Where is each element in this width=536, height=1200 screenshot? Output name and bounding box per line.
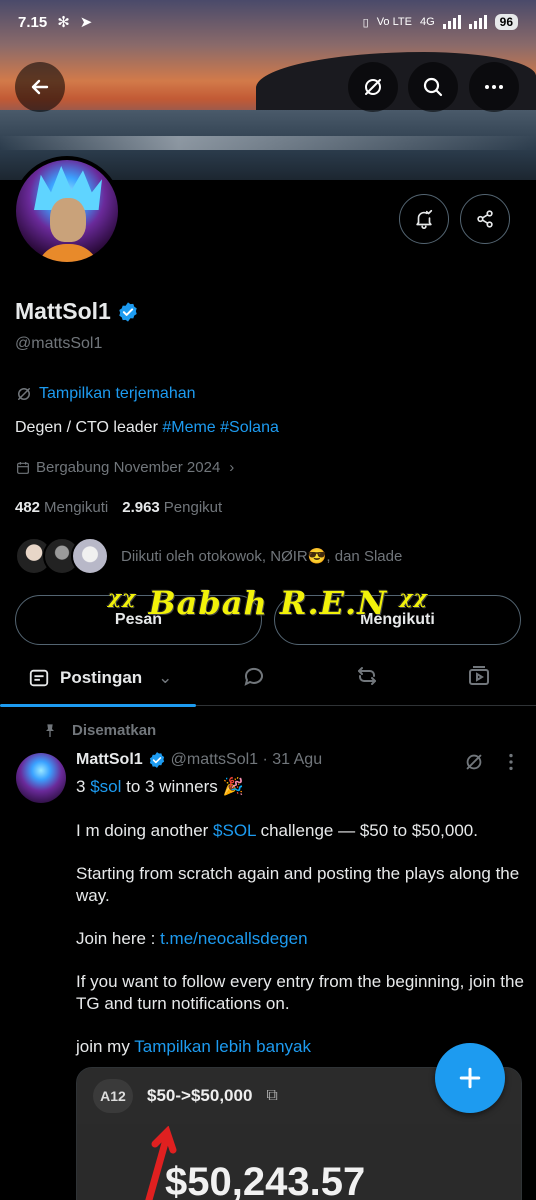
profile-avatar[interactable] (12, 156, 122, 266)
post-more-button[interactable] (500, 751, 522, 778)
chevron-right-icon: › (229, 459, 235, 476)
share-button[interactable] (460, 194, 510, 244)
status-time: 7.15 (18, 13, 48, 31)
joined-label: Bergabung November 2024 (36, 459, 221, 476)
posts-icon (29, 669, 49, 687)
telegram-status-icon: ➤ (79, 14, 93, 31)
media-icon (469, 666, 489, 685)
followers-count: 2.963 (122, 499, 160, 516)
verified-badge-icon (119, 301, 137, 322)
following-stat[interactable]: 482 Mengikuti (15, 499, 108, 516)
show-translation-link[interactable]: Tampilkan terjemahan (15, 385, 196, 403)
avatar-body (36, 244, 100, 262)
followers-stat[interactable]: 2.963 Pengikut (122, 499, 222, 516)
profile-bio: Degen / CTO leader #Meme #Solana (15, 419, 279, 437)
copy-icon: ⧉ (266, 1087, 278, 1104)
tab-replies[interactable] (242, 664, 270, 692)
verified-badge-icon (149, 752, 164, 768)
following-label: Mengikuti (44, 499, 109, 516)
plus-icon (459, 1067, 481, 1089)
compose-button[interactable] (435, 1043, 505, 1113)
post-handle-date: @mattsSol1 · 31 Agu (170, 751, 323, 768)
share-icon (477, 210, 493, 228)
back-button[interactable] (15, 62, 65, 112)
post-p1-post: challenge — $50 to $50,000. (255, 821, 478, 840)
bell-icon (416, 209, 433, 229)
more-vertical-icon (509, 753, 513, 771)
banner-wave (0, 136, 536, 150)
media-amount: $50,243.57 (165, 1160, 366, 1200)
post-paragraph-4: If you want to follow every entry from t… (76, 972, 524, 1013)
tab-posts[interactable]: Postingan ⌄ (0, 650, 196, 707)
net-type-label: 4G (419, 16, 435, 28)
signal-icon-2 (468, 15, 487, 29)
pinned-label: Disematkan (42, 722, 156, 739)
status-bar: 7.15 ✻ ➤ ▯ Vo LTE 4G 96 (0, 0, 536, 44)
bio-text: Degen / CTO leader (15, 419, 158, 436)
post-body[interactable]: 3 $sol to 3 winners 🎉 I m doing another … (76, 776, 526, 1079)
post-author-name[interactable]: MattSol1 (76, 751, 143, 769)
follow-stats: 482 Mengikuti 2.963 Pengikut (15, 499, 222, 516)
chevron-down-icon: ⌄ (158, 668, 173, 687)
followers-label: Pengikut (163, 499, 223, 516)
search-icon (423, 77, 443, 97)
signal-icon (442, 15, 461, 29)
following-count: 482 (15, 499, 41, 516)
tab-posts-label: Postingan (60, 668, 143, 687)
profile-handle: @mattsSol1 (15, 335, 103, 352)
repost-icon (358, 667, 376, 685)
tab-reposts[interactable] (355, 664, 383, 692)
settings-status-icon: ✻ (57, 14, 70, 31)
post-line1-pre: 3 (76, 777, 91, 796)
translate-button[interactable] (348, 62, 398, 112)
post-translate-button[interactable] (463, 751, 485, 778)
battery-indicator: 96 (494, 14, 518, 30)
translate-icon (466, 754, 482, 770)
post-author-avatar[interactable] (16, 753, 66, 803)
post-paragraph-2: Starting from scratch again and posting … (76, 864, 520, 905)
post-line1-post: to 3 winners 🎉 (121, 777, 244, 796)
show-more-link[interactable]: Tampilkan lebih banyak (134, 1037, 311, 1056)
show-translation-label: Tampilkan terjemahan (39, 385, 196, 402)
translate-icon (365, 79, 381, 95)
calendar-icon (17, 461, 29, 474)
more-button[interactable] (469, 62, 519, 112)
search-button[interactable] (408, 62, 458, 112)
pin-icon (46, 723, 54, 737)
notify-button[interactable] (399, 194, 449, 244)
vibrate-icon: ▯ (362, 16, 369, 29)
display-name-text: MattSol1 (15, 298, 111, 324)
bio-tag-meme[interactable]: #Meme (162, 419, 215, 436)
arrow-left-icon (31, 79, 49, 95)
tab-media[interactable] (467, 664, 495, 692)
followed-by-text: Diikuti oleh otokowok, NØIR😎, dan Slade (121, 548, 403, 565)
follower-avatar (71, 537, 109, 575)
post-p5-pre: join my (76, 1037, 135, 1056)
more-icon (485, 85, 503, 89)
post-tag-sol-upper[interactable]: $SOL (213, 821, 256, 840)
post-p3-pre: Join here : (76, 929, 161, 948)
avatar-face (50, 198, 86, 242)
network-label: Vo LTE (376, 16, 412, 28)
display-name: MattSol1 (15, 298, 139, 325)
post-p1-pre: I m doing another (76, 821, 214, 840)
followed-by-row[interactable]: Diikuti oleh otokowok, NØIR😎, dan Slade (15, 537, 402, 575)
translate-small-icon (18, 388, 30, 400)
post-tag-sol[interactable]: $sol (90, 777, 121, 796)
profile-tabs: Postingan ⌄ (0, 650, 536, 707)
joined-date[interactable]: Bergabung November 2024 › (15, 459, 234, 476)
pinned-text: Disematkan (72, 722, 157, 739)
overlay-watermark-text: ᵡᵡ Babah R.E.N ᵡᵡ (107, 584, 429, 622)
post-header: MattSol1 @mattsSol1 · 31 Agu (76, 751, 322, 769)
media-title: $50->$50,000 (147, 1086, 253, 1105)
post-telegram-link[interactable]: t.me/neocallsdegen (160, 929, 307, 948)
bio-tag-solana[interactable]: #Solana (220, 419, 279, 436)
media-badge: A12 (93, 1079, 133, 1113)
reply-icon (244, 667, 263, 686)
